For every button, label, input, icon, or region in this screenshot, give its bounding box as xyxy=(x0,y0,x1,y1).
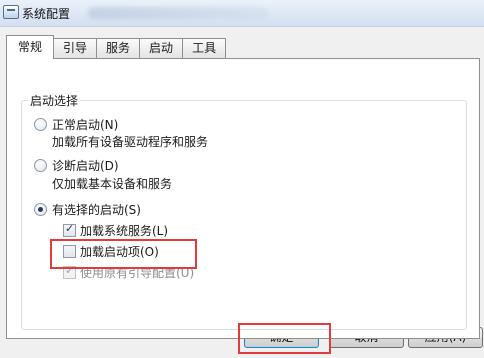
tab-general[interactable]: 常规 xyxy=(6,35,55,59)
diagnostic-startup-label[interactable]: 诊断启动(D) xyxy=(52,157,119,174)
tab-services[interactable]: 服务 xyxy=(96,38,141,58)
general-tab-panel: 启动选择 正常启动(N) 加载所有设备驱动程序和服务 诊断启动(D) 仅加载基本… xyxy=(6,58,480,339)
tab-tools[interactable]: 工具 xyxy=(182,38,227,58)
radio-diagnostic-startup[interactable] xyxy=(34,159,47,172)
blurred-watermark xyxy=(88,7,268,19)
normal-startup-label[interactable]: 正常启动(N) xyxy=(52,116,118,133)
selective-startup-label[interactable]: 有选择的启动(S) xyxy=(52,201,141,218)
group-legend: 启动选择 xyxy=(28,92,81,109)
system-config-icon xyxy=(3,5,19,19)
diagnostic-startup-description: 仅加载基本设备和服务 xyxy=(52,177,173,191)
tab-startup[interactable]: 启动 xyxy=(139,38,184,58)
window-title: 系统配置 xyxy=(22,7,71,21)
normal-startup-description: 加载所有设备驱动程序和服务 xyxy=(52,135,209,149)
dialog-client: 常规 引导 服务 启动 工具 启动选择 正常启动(N) 加载所有设备驱动程序和服… xyxy=(0,27,484,358)
tab-strip: 常规 引导 服务 启动 工具 xyxy=(6,35,227,59)
radio-selective-startup[interactable] xyxy=(34,203,47,216)
title-bar[interactable]: 系统配置 xyxy=(0,0,484,27)
annotation-highlight-startup-items xyxy=(50,239,197,269)
radio-normal-startup[interactable] xyxy=(34,118,47,131)
checkbox-load-system-services[interactable] xyxy=(63,222,76,237)
annotation-highlight-ok xyxy=(238,323,331,354)
load-system-services-label[interactable]: 加载系统服务(L) xyxy=(80,222,168,239)
tab-boot[interactable]: 引导 xyxy=(53,38,98,58)
